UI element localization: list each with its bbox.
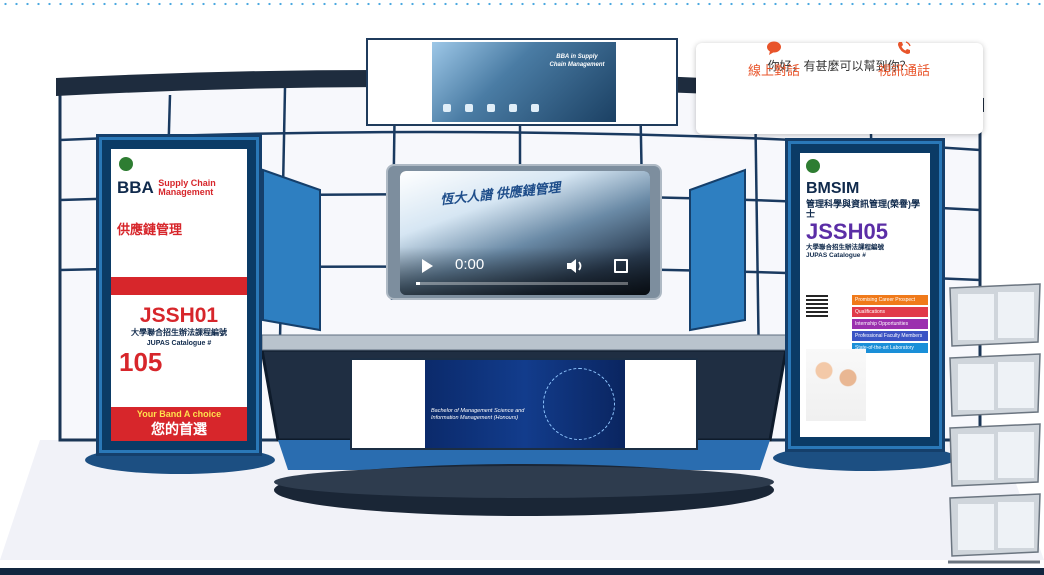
poster-title-bba: BBA: [117, 178, 154, 197]
video-call-label: 視訊通話: [877, 63, 930, 78]
poster-jupas-code: JSSH05: [806, 219, 888, 244]
poster-jupas-catalogue: JUPAS Catalogue #: [806, 252, 866, 259]
counter-banner-title: Bachelor of Management Science and Infor…: [431, 408, 525, 422]
video-player[interactable]: 恆大人譜 供應鏈管理 0:00: [400, 171, 650, 295]
tv-frame: 恆大人譜 供應鏈管理 0:00: [386, 164, 662, 300]
video-call-button[interactable]: 視訊通話: [859, 40, 949, 80]
video-progress-bar[interactable]: [416, 282, 628, 285]
right-fin: [689, 168, 746, 332]
poster-jupas-code: JSSH01: [139, 304, 219, 327]
poster-title-scm: Supply Chain Management: [158, 178, 216, 197]
volume-icon[interactable]: [566, 258, 586, 274]
feature-list: Promising Career Prospect Qualifications…: [852, 295, 928, 353]
poster-footer: Your Band A choice 您的首選: [111, 407, 247, 441]
floor-bar: [0, 568, 1044, 575]
poster-jupas-catalogue: JUPAS Catalogue #: [146, 340, 212, 347]
top-banner-title: BBA in Supply Chain Management: [549, 54, 605, 68]
phone-icon: [898, 41, 911, 54]
play-icon[interactable]: [422, 259, 433, 273]
online-chat-button[interactable]: 線上對話: [729, 40, 819, 80]
counter-top: [261, 334, 787, 351]
students-photo: [806, 349, 866, 421]
poster-chinese-title: 管理科學與資訊管理(榮譽)學士: [806, 199, 920, 220]
top-display-screen[interactable]: BBA in Supply Chain Management: [366, 38, 678, 126]
top-banner-image: BBA in Supply Chain Management: [432, 42, 616, 122]
video-progress-fill: [416, 282, 421, 285]
school-logo-icon: [119, 157, 133, 171]
left-fin: [262, 168, 321, 332]
network-graphic: [543, 368, 615, 440]
top-banner-icons: [436, 104, 546, 114]
counter-banner-image: Bachelor of Management Science and Infor…: [425, 360, 625, 448]
poster-number: 105: [119, 347, 163, 377]
chat-bubble-icon: [767, 41, 781, 55]
school-logo-icon: [806, 159, 820, 173]
left-poster-frame: BBA Supply Chain Management 供應鏈管理 JSSH01…: [96, 134, 262, 456]
brochure-rack[interactable]: [940, 282, 1044, 572]
video-controls: 0:00: [400, 247, 650, 295]
poster-title-bmsim: BMSIM: [806, 180, 860, 197]
right-poster[interactable]: BMSIM 管理科學與資訊管理(榮譽)學士 JSSH05 大學聯合招生辦法課程編…: [800, 153, 930, 437]
video-time: 0:00: [455, 256, 485, 273]
video-title: 恆大人譜 供應鏈管理: [439, 179, 562, 208]
poster-chinese-title: 供應鏈管理: [117, 222, 183, 237]
poster-jupas-label: 大學聯合招生辦法課程編號: [131, 328, 227, 337]
right-poster-frame: BMSIM 管理科學與資訊管理(榮譽)學士 JSSH05 大學聯合招生辦法課程編…: [785, 138, 945, 452]
counter-base-top: [274, 466, 774, 498]
counter-display-screen[interactable]: Bachelor of Management Science and Infor…: [350, 358, 698, 450]
fullscreen-icon[interactable]: [614, 259, 628, 273]
online-chat-label: 線上對話: [747, 63, 800, 78]
qr-code-icon: [806, 295, 828, 317]
poster-red-strip: [111, 277, 247, 295]
poster-jupas-label: 大學聯合招生辦法課程編號: [806, 244, 884, 251]
left-poster[interactable]: BBA Supply Chain Management 供應鏈管理 JSSH01…: [111, 149, 247, 441]
